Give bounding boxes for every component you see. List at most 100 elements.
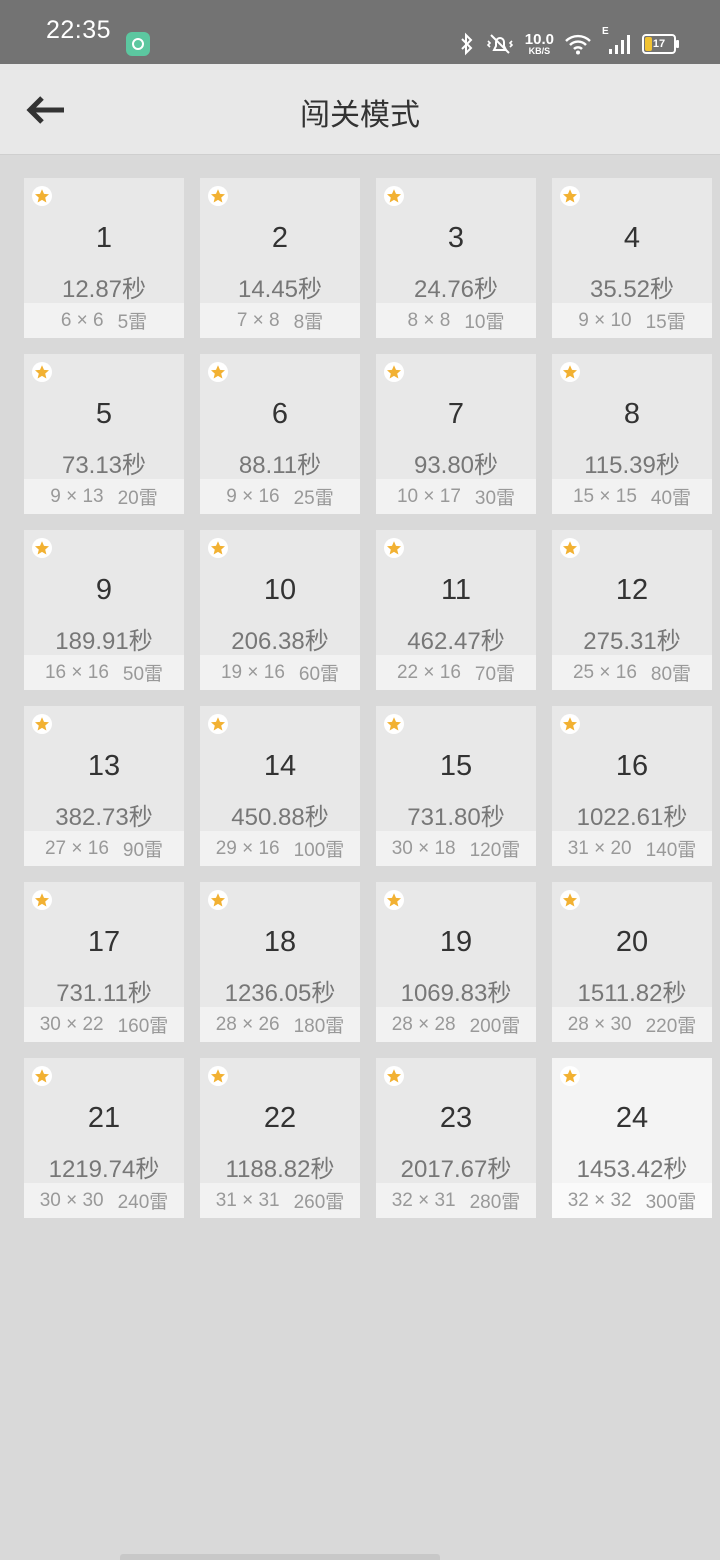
level-number: 12 xyxy=(615,574,649,606)
board-info: 16 × 16 50雷 xyxy=(24,655,184,690)
board-size: 31 × 31 xyxy=(215,1189,280,1211)
level-number: 24 xyxy=(615,1102,649,1134)
board-info: 28 × 28 200雷 xyxy=(376,1007,536,1042)
level-number: 5 xyxy=(95,398,113,430)
best-time: 2017.67秒 xyxy=(400,1156,512,1183)
best-time: 731.80秒 xyxy=(407,804,505,831)
star-icon xyxy=(560,714,580,734)
level-number: 13 xyxy=(87,750,121,782)
status-time: 22:35 xyxy=(46,16,112,44)
mine-count: 220雷 xyxy=(645,1016,697,1037)
mine-count: 180雷 xyxy=(293,1016,345,1037)
board-info: 27 × 16 90雷 xyxy=(24,831,184,866)
star-icon xyxy=(384,1066,404,1086)
board-size: 16 × 16 xyxy=(44,661,109,683)
star-icon xyxy=(384,890,404,910)
mine-count: 15雷 xyxy=(645,312,686,333)
board-size: 15 × 15 xyxy=(572,485,637,507)
level-tile[interactable]: 20 1511.82秒 28 × 30 220雷 xyxy=(552,882,712,1042)
level-grid: 1 12.87秒 6 × 6 5雷 2 14.45秒 7 × 8 8雷 3 24.76秒 8 × 8… xyxy=(24,178,712,1218)
level-tile[interactable]: 4 35.52秒 9 × 10 15雷 xyxy=(552,178,712,338)
level-tile[interactable]: 21 1219.74秒 30 × 30 240雷 xyxy=(24,1058,184,1218)
level-tile[interactable]: 2 14.45秒 7 × 8 8雷 xyxy=(200,178,360,338)
board-info: 19 × 16 60雷 xyxy=(200,655,360,690)
level-tile[interactable]: 3 24.76秒 8 × 8 10雷 xyxy=(376,178,536,338)
level-tile[interactable]: 18 1236.05秒 28 × 26 180雷 xyxy=(200,882,360,1042)
level-tile[interactable]: 15 731.80秒 30 × 18 120雷 xyxy=(376,706,536,866)
level-tile[interactable]: 1 12.87秒 6 × 6 5雷 xyxy=(24,178,184,338)
mine-count: 30雷 xyxy=(474,488,516,509)
best-time: 382.73秒 xyxy=(55,804,153,831)
level-tile[interactable]: 23 2017.67秒 32 × 31 280雷 xyxy=(376,1058,536,1218)
level-number: 22 xyxy=(263,1102,297,1134)
level-tile[interactable]: 24 1453.42秒 32 × 32 300雷 xyxy=(552,1058,712,1218)
level-tile[interactable]: 22 1188.82秒 31 × 31 260雷 xyxy=(200,1058,360,1218)
board-info: 9 × 10 15雷 xyxy=(552,303,712,338)
mine-count: 50雷 xyxy=(122,664,164,685)
board-size: 19 × 16 xyxy=(220,661,285,683)
star-icon xyxy=(32,890,52,910)
level-number: 11 xyxy=(440,574,472,606)
mine-count: 10雷 xyxy=(464,312,505,333)
network-speed-unit: KB/S xyxy=(528,46,551,56)
level-number: 7 xyxy=(447,398,465,430)
level-tile[interactable]: 6 88.11秒 9 × 16 25雷 xyxy=(200,354,360,514)
level-tile[interactable]: 14 450.88秒 29 × 16 100雷 xyxy=(200,706,360,866)
star-icon xyxy=(384,538,404,558)
board-info: 32 × 31 280雷 xyxy=(376,1183,536,1218)
best-time: 12.87秒 xyxy=(61,276,147,303)
level-tile[interactable]: 19 1069.83秒 28 × 28 200雷 xyxy=(376,882,536,1042)
network-speed: 10.0 KB/S xyxy=(525,32,554,56)
level-number: 23 xyxy=(439,1102,473,1134)
level-tile[interactable]: 12 275.31秒 25 × 16 80雷 xyxy=(552,530,712,690)
star-icon xyxy=(560,362,580,382)
level-number: 1 xyxy=(95,222,113,254)
level-number: 4 xyxy=(623,222,641,254)
board-info: 28 × 26 180雷 xyxy=(200,1007,360,1042)
level-tile[interactable]: 17 731.11秒 30 × 22 160雷 xyxy=(24,882,184,1042)
best-time: 1511.82秒 xyxy=(577,980,687,1007)
page-title: 闯关模式 xyxy=(300,98,420,133)
navigation-handle xyxy=(120,1554,440,1560)
level-number: 8 xyxy=(623,398,641,430)
board-size: 10 × 17 xyxy=(396,485,461,507)
level-tile[interactable]: 8 115.39秒 15 × 15 40雷 xyxy=(552,354,712,514)
level-tile[interactable]: 9 189.91秒 16 × 16 50雷 xyxy=(24,530,184,690)
board-info: 29 × 16 100雷 xyxy=(200,831,360,866)
mine-count: 100雷 xyxy=(293,840,345,861)
best-time: 35.52秒 xyxy=(589,276,675,303)
star-icon xyxy=(384,714,404,734)
mine-count: 280雷 xyxy=(469,1192,521,1213)
mine-count: 8雷 xyxy=(293,312,324,333)
star-icon xyxy=(560,1066,580,1086)
star-icon xyxy=(208,362,228,382)
level-tile[interactable]: 16 1022.61秒 31 × 20 140雷 xyxy=(552,706,712,866)
star-icon xyxy=(208,714,228,734)
level-number: 9 xyxy=(95,574,113,606)
mine-count: 90雷 xyxy=(122,840,164,861)
board-info: 9 × 16 25雷 xyxy=(200,479,360,514)
board-info: 7 × 8 8雷 xyxy=(200,303,360,338)
mine-count: 120雷 xyxy=(469,840,521,861)
board-info: 22 × 16 70雷 xyxy=(376,655,536,690)
board-info: 31 × 20 140雷 xyxy=(552,831,712,866)
board-size: 9 × 13 xyxy=(50,485,104,507)
level-tile[interactable]: 7 93.80秒 10 × 17 30雷 xyxy=(376,354,536,514)
app-notification-icon xyxy=(126,32,150,56)
level-tile[interactable]: 11 462.47秒 22 × 16 70雷 xyxy=(376,530,536,690)
best-time: 1453.42秒 xyxy=(576,1156,688,1183)
board-size: 32 × 31 xyxy=(391,1189,456,1211)
level-tile[interactable]: 5 73.13秒 9 × 13 20雷 xyxy=(24,354,184,514)
level-number: 2 xyxy=(271,222,289,254)
best-time: 206.38秒 xyxy=(231,628,329,655)
mine-count: 140雷 xyxy=(645,840,697,861)
app-bar: 闯关模式 xyxy=(0,64,720,155)
best-time: 1219.74秒 xyxy=(48,1156,160,1183)
level-tile[interactable]: 10 206.38秒 19 × 16 60雷 xyxy=(200,530,360,690)
level-tile[interactable]: 13 382.73秒 27 × 16 90雷 xyxy=(24,706,184,866)
best-time: 1236.05秒 xyxy=(224,980,336,1007)
board-size: 30 × 18 xyxy=(391,837,456,859)
mine-count: 40雷 xyxy=(650,488,692,509)
board-size: 30 × 30 xyxy=(39,1189,104,1211)
best-time: 1188.82秒 xyxy=(225,1156,335,1183)
